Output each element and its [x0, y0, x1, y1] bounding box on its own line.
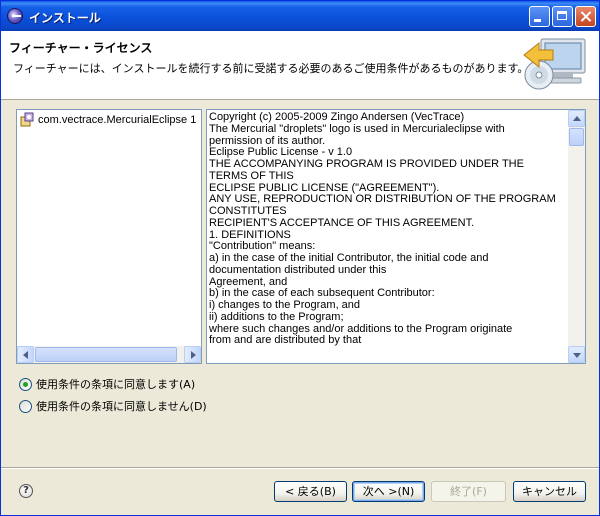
- vertical-scroll-thumb[interactable]: [569, 128, 584, 146]
- footer-divider: [1, 467, 599, 469]
- help-icon[interactable]: ?: [19, 484, 33, 498]
- cancel-button[interactable]: キャンセル: [513, 481, 586, 502]
- license-line: The Mercurial "droplets" logo is used in…: [209, 122, 505, 135]
- chevron-up-icon: [573, 116, 581, 121]
- license-line: a) in the case of the initial Contributo…: [209, 252, 489, 264]
- license-line: i) changes to the Program, and: [209, 299, 361, 311]
- install-dialog: インストール フィーチャー・ライセンス フィーチャーには、インストールを続行する…: [0, 0, 600, 516]
- wizard-banner: フィーチャー・ライセンス フィーチャーには、インストールを続行する前に受諾する必…: [1, 31, 599, 100]
- scroll-down-button[interactable]: [568, 346, 585, 363]
- license-line: TERMS OF THIS: [209, 169, 294, 182]
- finish-button[interactable]: 終了(F): [431, 481, 506, 502]
- scroll-left-button[interactable]: [17, 346, 34, 363]
- chevron-left-icon: [23, 351, 28, 359]
- license-text-area[interactable]: Copyright (c) 2005-2009 Zingo Andersen (…: [206, 109, 586, 364]
- horizontal-scrollbar[interactable]: [17, 346, 201, 363]
- license-line: documentation distributed under this: [209, 263, 387, 276]
- decline-label: 使用条件の条項に同意しません(D): [36, 400, 207, 413]
- eclipse-icon: [7, 8, 23, 24]
- back-button[interactable]: < 戻る(B): [274, 481, 347, 502]
- page-title: フィーチャー・ライセンス: [9, 41, 153, 55]
- feature-list[interactable]: com.vectrace.MercurialEclipse 1: [16, 109, 202, 364]
- accept-option[interactable]: 使用条件の条項に同意します(A): [19, 376, 195, 392]
- accept-label: 使用条件の条項に同意します(A): [36, 378, 196, 391]
- close-button[interactable]: [575, 6, 596, 27]
- license-line: CONSTITUTES: [209, 205, 287, 217]
- scroll-up-button[interactable]: [568, 110, 585, 127]
- license-line: RECIPIENT'S ACCEPTANCE OF THIS AGREEMENT…: [209, 216, 475, 229]
- scroll-right-button[interactable]: [184, 346, 201, 363]
- accept-radio[interactable]: [19, 377, 32, 391]
- feature-plugin-icon: [20, 112, 34, 127]
- decline-option[interactable]: 使用条件の条項に同意しません(D): [19, 398, 207, 414]
- license-text: Copyright (c) 2005-2009 Zingo Andersen (…: [209, 111, 565, 347]
- chevron-down-icon: [573, 353, 581, 358]
- list-item[interactable]: com.vectrace.MercurialEclipse 1: [19, 112, 196, 128]
- title-bar[interactable]: インストール: [1, 1, 599, 31]
- chevron-right-icon: [191, 351, 196, 359]
- horizontal-scroll-thumb[interactable]: [35, 347, 177, 362]
- maximize-button[interactable]: [552, 6, 573, 27]
- license-line: Copyright (c) 2005-2009 Zingo Andersen (…: [209, 111, 465, 123]
- license-line: ii) additions to the Program;: [209, 310, 344, 323]
- license-line: from and are distributed by that: [209, 334, 362, 347]
- next-button[interactable]: 次へ >(N): [352, 481, 425, 502]
- feature-name: com.vectrace.MercurialEclipse 1: [38, 114, 197, 126]
- vertical-scrollbar[interactable]: [568, 110, 585, 363]
- minimize-button[interactable]: [529, 6, 550, 27]
- page-description: フィーチャーには、インストールを続行する前に受諾する必要のあるご使用条件があるも…: [13, 62, 529, 75]
- install-wizard-icon: [523, 38, 586, 90]
- decline-radio[interactable]: [19, 399, 32, 413]
- license-line: THE ACCOMPANYING PROGRAM IS PROVIDED UND…: [209, 158, 524, 170]
- window-title: インストール: [29, 11, 101, 25]
